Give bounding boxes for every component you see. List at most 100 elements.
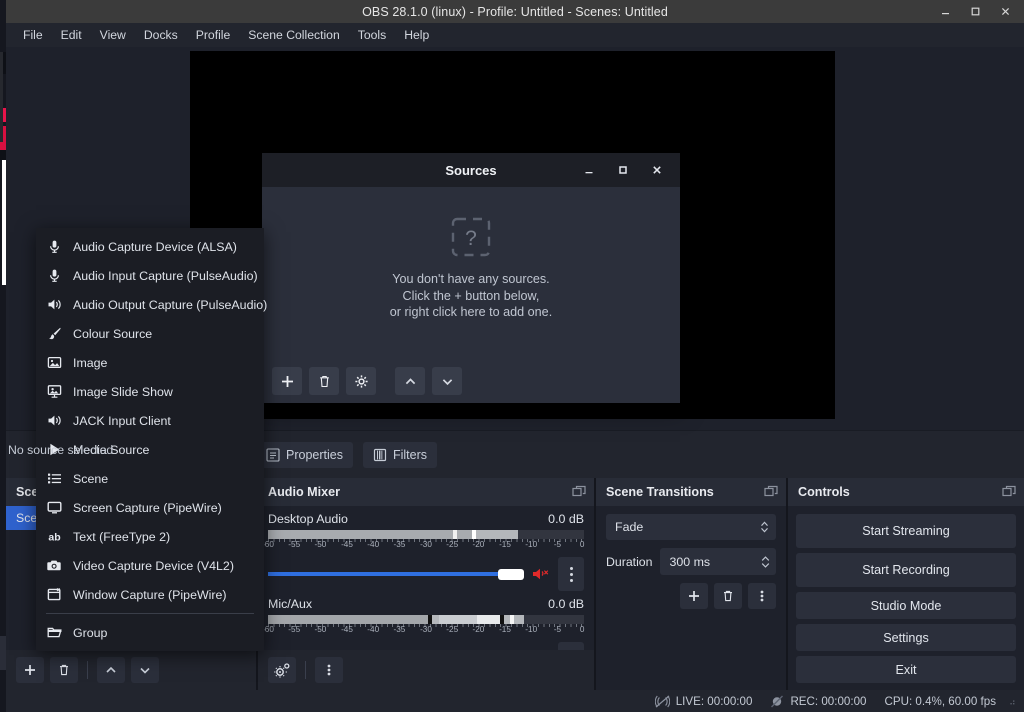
mute-icon[interactable] xyxy=(530,565,552,583)
mixer-track-name: Mic/Aux xyxy=(268,597,313,611)
menu-profile[interactable]: Profile xyxy=(187,25,240,45)
sources-window-footer xyxy=(262,359,680,403)
window-controls xyxy=(930,0,1020,23)
toolbar-divider xyxy=(305,661,306,679)
empty-line-3: or right click here to add one. xyxy=(389,305,553,320)
filters-button[interactable]: Filters xyxy=(362,441,438,468)
transition-select[interactable]: Fade xyxy=(606,514,776,540)
scenes-dock-footer xyxy=(6,650,256,690)
context-item-group[interactable]: Group xyxy=(36,618,264,647)
menu-tools[interactable]: Tools xyxy=(349,25,395,45)
controls-dock: Controls Start Streaming Start Recording… xyxy=(788,478,1024,690)
audio-settings-icon[interactable] xyxy=(268,657,296,683)
context-item-audio-output-capture-pulseaudio[interactable]: Audio Output Capture (PulseAudio) xyxy=(36,290,268,319)
add-transition-button[interactable] xyxy=(680,583,708,609)
remove-transition-button[interactable] xyxy=(714,583,742,609)
context-item-image[interactable]: Image xyxy=(36,348,264,377)
properties-label: Properties xyxy=(286,447,343,462)
menu-scene-collection[interactable]: Scene Collection xyxy=(239,25,348,45)
context-item-label: Colour Source xyxy=(73,326,153,341)
mixer-track-db: 0.0 dB xyxy=(548,512,584,526)
start-streaming-button[interactable]: Start Streaming xyxy=(796,514,1016,548)
titlebar: OBS 28.1.0 (linux) - Profile: Untitled -… xyxy=(6,0,1024,23)
sources-window-titlebar: Sources xyxy=(262,153,680,187)
properties-button[interactable]: Properties xyxy=(256,441,353,468)
mixer-menu-button[interactable] xyxy=(315,657,343,683)
menu-edit[interactable]: Edit xyxy=(52,25,91,45)
duration-label: Duration xyxy=(606,554,653,569)
context-item-label: Audio Output Capture (PulseAudio) xyxy=(73,297,268,312)
add-source-button[interactable] xyxy=(272,367,302,395)
controls-dock-header: Controls xyxy=(788,478,1024,506)
transition-menu-button[interactable] xyxy=(748,583,776,609)
float-dock-icon[interactable] xyxy=(764,485,778,499)
context-item-image-slide-show[interactable]: Image Slide Show xyxy=(36,377,264,406)
maximize-icon[interactable] xyxy=(960,0,990,23)
exit-button[interactable]: Exit xyxy=(796,656,1016,683)
settings-button[interactable]: Settings xyxy=(796,624,1016,651)
remove-scene-button[interactable] xyxy=(50,657,78,683)
context-item-text-freetype2[interactable]: ab Text (FreeType 2) xyxy=(36,522,264,551)
mixer-dock-title: Audio Mixer xyxy=(268,485,341,499)
duration-value: 300 ms xyxy=(669,554,711,569)
mixer-dock-header: Audio Mixer xyxy=(258,478,594,506)
empty-line-2: Click the + button below, xyxy=(402,288,540,303)
context-item-colour-source[interactable]: Colour Source xyxy=(36,319,264,348)
close-icon[interactable] xyxy=(990,0,1020,23)
start-recording-button[interactable]: Start Recording xyxy=(796,553,1016,587)
filters-label: Filters xyxy=(392,447,428,462)
menu-help[interactable]: Help xyxy=(395,25,438,45)
context-item-label: Screen Capture (PipeWire) xyxy=(73,500,222,515)
volume-meter xyxy=(268,530,584,539)
minimize-icon[interactable] xyxy=(572,153,606,187)
context-item-label: Text (FreeType 2) xyxy=(73,529,171,544)
context-item-video-capture-device-v4l2[interactable]: Video Capture Device (V4L2) xyxy=(36,551,264,580)
move-source-up-button[interactable] xyxy=(395,367,425,395)
volume-slider[interactable] xyxy=(268,565,524,583)
sources-window-title: Sources xyxy=(445,162,497,178)
remove-source-button[interactable] xyxy=(309,367,339,395)
volume-meter xyxy=(268,615,584,624)
obs-application-window: OBS 28.1.0 (linux) - Profile: Untitled -… xyxy=(0,0,1024,712)
transition-buttons xyxy=(606,583,776,609)
transitions-dock-header: Scene Transitions xyxy=(596,478,786,506)
context-item-screen-capture-pipewire[interactable]: Screen Capture (PipeWire) xyxy=(36,493,264,522)
window-icon xyxy=(46,586,63,603)
spinner-arrows-icon[interactable] xyxy=(760,553,771,571)
add-scene-button[interactable] xyxy=(16,657,44,683)
move-source-down-button[interactable] xyxy=(432,367,462,395)
menu-docks[interactable]: Docks xyxy=(135,25,187,45)
maximize-icon[interactable] xyxy=(606,153,640,187)
context-item-label: Video Capture Device (V4L2) xyxy=(73,558,234,573)
context-item-audio-input-capture-pulseaudio[interactable]: Audio Input Capture (PulseAudio) xyxy=(36,261,264,290)
mixer-track-name: Desktop Audio xyxy=(268,512,348,526)
menu-view[interactable]: View xyxy=(91,25,135,45)
resize-grip-icon[interactable] xyxy=(1006,696,1016,706)
minimize-icon[interactable] xyxy=(930,0,960,23)
duration-row: Duration 300 ms xyxy=(606,548,776,575)
context-item-label: Image xyxy=(73,355,108,370)
cpu-status: CPU: 0.4%, 60.00 fps xyxy=(885,695,997,708)
move-scene-down-button[interactable] xyxy=(131,657,159,683)
stream-inactive-icon xyxy=(654,695,670,708)
context-item-audio-capture-alsa[interactable]: Audio Capture Device (ALSA) xyxy=(36,232,264,261)
context-item-jack-input-client[interactable]: JACK Input Client xyxy=(36,406,264,435)
mixer-track-menu-button[interactable] xyxy=(558,557,584,591)
close-icon[interactable] xyxy=(640,153,674,187)
studio-mode-button[interactable]: Studio Mode xyxy=(796,592,1016,619)
empty-state: ? You don't have any sources. Click the … xyxy=(262,215,680,321)
move-scene-up-button[interactable] xyxy=(97,657,125,683)
mixer-fader-row xyxy=(268,557,584,591)
menu-file[interactable]: File xyxy=(14,25,52,45)
microphone-icon xyxy=(46,238,63,255)
menubar: File Edit View Docks Profile Scene Colle… xyxy=(6,23,1024,47)
context-item-scene[interactable]: Scene xyxy=(36,464,264,493)
float-dock-icon[interactable] xyxy=(1002,485,1016,499)
filters-icon xyxy=(373,448,387,462)
duration-spinbox[interactable]: 300 ms xyxy=(660,548,776,575)
folder-icon xyxy=(46,624,63,641)
float-dock-icon[interactable] xyxy=(572,485,586,499)
rec-label: REC: 00:00:00 xyxy=(790,694,867,708)
source-properties-button[interactable] xyxy=(346,367,376,395)
context-item-window-capture-pipewire[interactable]: Window Capture (PipeWire) xyxy=(36,580,264,609)
